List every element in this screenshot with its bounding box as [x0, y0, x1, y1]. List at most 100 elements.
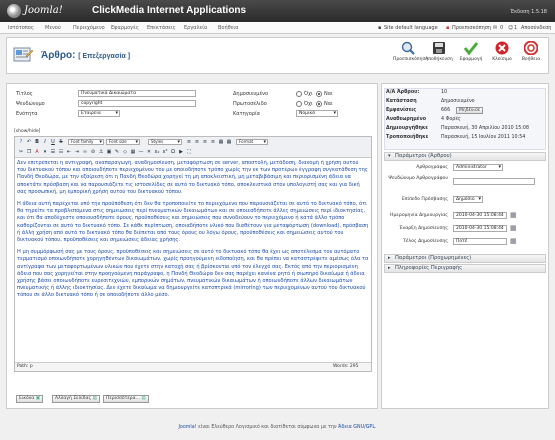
frontpage-no-label: Όχι [304, 101, 313, 107]
outdent-icon[interactable]: ⇤ [66, 149, 72, 155]
fullscreen-icon[interactable]: ⛶ [186, 149, 192, 155]
highlight-icon[interactable]: ▾ [42, 149, 48, 155]
article-params-header[interactable]: ▾ Παράμετροι (Άρθρου) [384, 152, 546, 161]
undo-icon[interactable]: ↶ [26, 139, 32, 145]
created-date-input[interactable]: 2010-04-30 15:08:44 [453, 212, 507, 219]
html-icon[interactable]: ◇ [122, 149, 128, 155]
superscript-icon[interactable]: x² [162, 149, 168, 155]
align-center-icon[interactable]: ≡ [194, 139, 200, 145]
menu-menus[interactable]: Μενού [45, 25, 61, 31]
insert-time-icon[interactable]: ▦ [226, 139, 232, 145]
alias-input[interactable]: copyright [78, 100, 196, 107]
preview-button[interactable]: Προεπισκόπηση [393, 41, 428, 62]
preview-link[interactable]: Προεπισκόπηση [452, 25, 491, 31]
calendar-icon[interactable]: ▦ [510, 237, 517, 245]
publish-up-input[interactable]: 2010-04-30 15:08:44 [453, 225, 507, 232]
font-size-select[interactable]: Font size [106, 139, 140, 145]
menu-content[interactable]: Περιεχόμενο [73, 25, 105, 31]
link-icon[interactable]: ∞ [82, 149, 88, 155]
insert-image-button[interactable]: Εικόνα ▣ [16, 395, 43, 403]
info-modified-label: Τροποποιήθηκε [386, 135, 429, 140]
anchor-icon[interactable]: ⚓ [98, 149, 104, 155]
author-alias-input[interactable] [453, 178, 535, 185]
number-list-icon[interactable]: ☷ [58, 149, 64, 155]
section-select[interactable]: Εταιρεία [78, 110, 120, 117]
table-icon[interactable]: ▦ [130, 149, 136, 155]
cut-icon[interactable]: ✂ [18, 149, 24, 155]
users-count: 1 [514, 25, 518, 31]
styles-select[interactable]: Styles [148, 139, 182, 145]
copy-icon[interactable]: ❐ [26, 149, 32, 155]
published-no-radio[interactable] [296, 91, 302, 97]
info-modified-value: Παρασκευή, 15 Ιουλίου 2011 10:54 [441, 135, 526, 140]
title-input[interactable]: Πνευματικά Δικαιώματα [78, 90, 196, 97]
calendar-icon[interactable]: ▦ [510, 211, 517, 219]
advanced-params-header[interactable]: ▸ Παράμετροι (Προχωρημένες) [384, 254, 546, 263]
charmap-icon[interactable]: Ω [170, 149, 176, 155]
access-select[interactable]: Δημόσιο [453, 196, 483, 203]
pagebreak-button[interactable]: Αλλαγή Σελίδας ▤ [52, 395, 100, 403]
menu-help[interactable]: Βοήθεια [218, 25, 238, 31]
info-id-label: Α/Α Άρθρου: [386, 90, 420, 95]
align-left-icon[interactable]: ≡ [186, 139, 192, 145]
frontpage-no-radio[interactable] [296, 101, 302, 107]
category-select[interactable]: Νομικά [296, 110, 338, 117]
preview-icon: ▪ [446, 25, 450, 31]
version-text: Έκδοση 1.5.18 [510, 9, 547, 15]
brand-name: Joomla! [24, 5, 63, 16]
editor-content[interactable]: Δεν επιτρέπεται η αντιγραφή, αναπαραγωγή… [17, 160, 369, 360]
author-alias-label: Ψευδώνυμο Αρθρογράφου [388, 176, 448, 181]
remove-format-icon[interactable]: ✕ [146, 149, 152, 155]
published-yes-radio[interactable] [316, 91, 322, 97]
unlink-icon[interactable]: ⊘ [90, 149, 96, 155]
messages-count[interactable]: 0 [500, 25, 503, 31]
readmore-icon: ▤ [141, 396, 146, 401]
text-color-icon[interactable]: A [34, 149, 40, 155]
apply-button[interactable]: Εφαρμογή [456, 41, 486, 62]
close-button[interactable]: Κλείσιμο [487, 41, 517, 62]
publish-down-input[interactable]: Ποτέ [453, 238, 507, 245]
save-icon [432, 41, 446, 55]
media-icon[interactable]: ▶ [178, 149, 184, 155]
italic-icon[interactable]: I [42, 139, 48, 145]
help-button[interactable]: Βοήθεια [516, 40, 546, 62]
menu-extensions[interactable]: Επεκτάσεις [147, 25, 176, 31]
joomla-link[interactable]: Joomla! [178, 425, 196, 430]
format-select[interactable]: Format [236, 139, 268, 145]
subscript-icon[interactable]: x₂ [154, 149, 160, 155]
metadata-header[interactable]: ▸ Πληροφορίες Περιγραφής [384, 264, 546, 273]
language-link[interactable]: Site default language [384, 25, 438, 31]
arrow-right-icon: ▸ [388, 265, 391, 271]
editor-toolbar: ? ↶ B I U S Font family Font size Styles… [15, 137, 371, 158]
users-icon: ☺ [508, 25, 514, 31]
showhide-link[interactable]: [show/hide] [14, 129, 40, 134]
menu-components[interactable]: Εφαρμογές [111, 25, 139, 31]
underline-icon[interactable]: U [50, 139, 56, 145]
bold-icon[interactable]: B [34, 139, 40, 145]
justify-icon[interactable]: ≡ [210, 139, 216, 145]
align-right-icon[interactable]: ≡ [202, 139, 208, 145]
strike-icon[interactable]: S [58, 139, 64, 145]
info-hits-value: 666 [441, 108, 451, 113]
help-icon[interactable]: ? [18, 139, 24, 145]
author-select[interactable]: Administrator [453, 164, 503, 171]
calendar-icon[interactable]: ▦ [510, 224, 517, 232]
language-icon: ▪ [378, 25, 382, 31]
menu-tools[interactable]: Εργαλεία [184, 25, 207, 31]
frontpage-yes-radio[interactable] [316, 101, 322, 107]
hr-icon[interactable]: — [138, 149, 144, 155]
logout-link[interactable]: Αποσύνδεση [521, 25, 551, 31]
publish-up-label: Έναρξη Δημοσίευσης [399, 226, 448, 231]
help-icon [523, 40, 539, 56]
readmore-button[interactable]: Περισσότερα... ▤ [103, 395, 149, 403]
license-link[interactable]: Άδεια GNU/GPL [338, 425, 375, 430]
save-button[interactable]: Αποθήκευση [424, 41, 454, 62]
insert-date-icon[interactable]: ▦ [218, 139, 224, 145]
reset-hits-button[interactable]: Μηδένισε [456, 107, 484, 114]
image-icon[interactable]: ▣ [106, 149, 112, 155]
cleanup-icon[interactable]: ✎ [114, 149, 120, 155]
indent-icon[interactable]: ⇥ [74, 149, 80, 155]
menu-site[interactable]: Ιστότοπος [8, 25, 34, 31]
font-family-select[interactable]: Font family [68, 139, 104, 145]
bullet-list-icon[interactable]: ☰ [50, 149, 56, 155]
